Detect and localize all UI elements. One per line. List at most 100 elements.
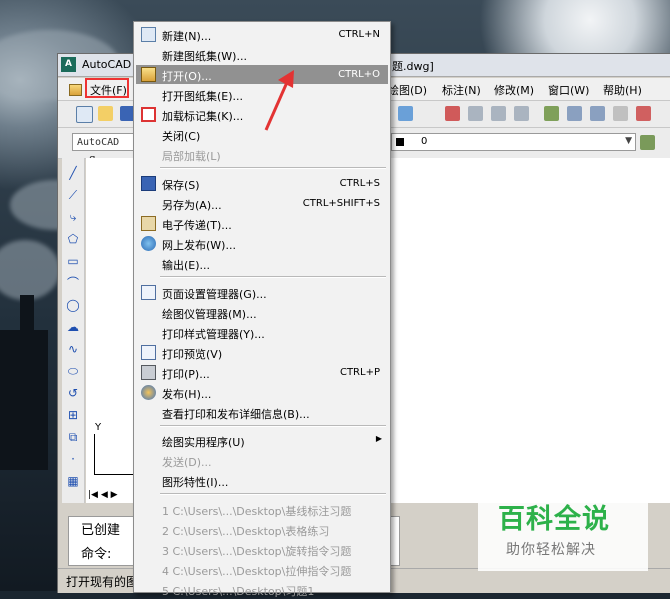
menu-item-label: 保存(S) bbox=[162, 179, 200, 192]
menu-item-shortcut: CTRL+S bbox=[339, 178, 380, 189]
menu-item-label: 关闭(C) bbox=[162, 130, 201, 143]
design-center-icon[interactable] bbox=[567, 106, 582, 121]
zoom-window-icon[interactable] bbox=[491, 106, 506, 121]
publish-web-icon bbox=[141, 236, 156, 251]
rectangle-icon[interactable]: ▭ bbox=[66, 254, 80, 268]
sheet-set-icon[interactable] bbox=[613, 106, 628, 121]
hatch-icon[interactable]: ▦ bbox=[66, 474, 80, 488]
layer-select[interactable]: 0 ▼ bbox=[391, 133, 636, 151]
command-prompt[interactable]: 命令: bbox=[81, 543, 111, 562]
menu-item-label: 电子传递(T)... bbox=[162, 219, 232, 232]
make-block-icon[interactable]: ⧉ bbox=[66, 430, 80, 444]
redo-icon[interactable] bbox=[398, 106, 413, 121]
menu-item-drawing-properties[interactable]: 图形特性(I)... bbox=[136, 471, 388, 490]
watermark: 百科全说 助你轻松解决 bbox=[478, 483, 648, 571]
line-icon[interactable]: ╱ bbox=[66, 166, 80, 180]
menu-item-label: 输出(E)... bbox=[162, 259, 211, 272]
menu-item-publish-web[interactable]: 网上发布(W)... bbox=[136, 234, 388, 253]
menu-item-label: 发送(D)... bbox=[162, 456, 212, 469]
construction-line-icon[interactable]: ⟋ bbox=[66, 188, 80, 202]
menu-item-label: 局部加载(L) bbox=[162, 150, 221, 163]
menu-item-label: 打印样式管理器(Y)... bbox=[162, 328, 265, 341]
menu-item-partial-load: 局部加载(L) bbox=[136, 145, 388, 164]
text-style-select[interactable]: AutoCAD Я bbox=[72, 133, 136, 166]
open-icon[interactable] bbox=[98, 106, 113, 121]
zoom-previous-icon[interactable] bbox=[514, 106, 529, 121]
menu-item-view-plot-details[interactable]: 查看打印和发布详细信息(B)... bbox=[136, 403, 388, 422]
properties-icon[interactable] bbox=[544, 106, 559, 121]
menu-item-plotter-manager[interactable]: 绘图仪管理器(M)... bbox=[136, 303, 388, 322]
menu-window[interactable]: 窗口(W) bbox=[548, 82, 589, 98]
menu-item-page-setup[interactable]: 页面设置管理器(G)... bbox=[136, 283, 388, 302]
menu-separator bbox=[160, 493, 386, 495]
submenu-arrow-icon: ▶ bbox=[375, 434, 382, 443]
menu-help[interactable]: 帮助(H) bbox=[603, 82, 642, 98]
menu-item-label: 页面设置管理器(G)... bbox=[162, 288, 267, 301]
point-icon[interactable]: · bbox=[66, 452, 80, 466]
chevron-down-icon: ▼ bbox=[625, 136, 632, 146]
open-folder-icon bbox=[141, 67, 156, 82]
insert-block-icon[interactable]: ⊞ bbox=[66, 408, 80, 422]
markup-icon[interactable] bbox=[636, 106, 651, 121]
menu-file[interactable]: 文件(F) bbox=[69, 78, 129, 98]
publish-icon bbox=[141, 385, 156, 400]
menu-item-label: 另存为(A)... bbox=[162, 199, 222, 212]
layer-manager-icon[interactable] bbox=[640, 135, 655, 150]
spline-icon[interactable]: ∿ bbox=[66, 342, 80, 356]
menu-item-etransmit[interactable]: 电子传递(T)... bbox=[136, 214, 388, 233]
menu-item-export[interactable]: 输出(E)... bbox=[136, 254, 388, 273]
recent-file-5[interactable]: 5 C:\Users\...\Desktop\习题1 bbox=[136, 580, 388, 599]
tool-palettes-icon[interactable] bbox=[590, 106, 605, 121]
menu-draw[interactable]: 绘图(D) bbox=[388, 82, 427, 98]
watermark-title: 百科全说 bbox=[498, 504, 610, 535]
menu-item-print[interactable]: 打印(P)... CTRL+P bbox=[136, 363, 388, 382]
folder-icon bbox=[69, 84, 82, 96]
menu-item-send: 发送(D)... bbox=[136, 451, 388, 470]
layer-value: 0 bbox=[421, 136, 428, 147]
menu-item-save[interactable]: 保存(S) CTRL+S bbox=[136, 174, 388, 193]
ellipse-icon[interactable]: ⬭ bbox=[66, 364, 80, 378]
circle-icon[interactable]: ◯ bbox=[66, 298, 80, 312]
print-preview-icon bbox=[141, 345, 156, 360]
new-icon[interactable] bbox=[76, 106, 93, 123]
menu-item-label: 图形特性(I)... bbox=[162, 476, 229, 489]
recent-file-2[interactable]: 2 C:\Users\...\Desktop\表格练习 bbox=[136, 520, 388, 539]
menu-item-label: 打印预览(V) bbox=[162, 348, 223, 361]
ellipse-arc-icon[interactable]: ↺ bbox=[66, 386, 80, 400]
page-setup-icon bbox=[141, 285, 156, 300]
menu-item-shortcut: CTRL+N bbox=[338, 29, 380, 40]
tower-silhouette bbox=[20, 295, 34, 335]
menu-item-label: 打开(O)... bbox=[162, 70, 212, 83]
menu-item-label: 发布(H)... bbox=[162, 388, 212, 401]
recent-file-4[interactable]: 4 C:\Users\...\Desktop\拉伸指令习题 bbox=[136, 560, 388, 579]
menu-item-label: 绘图仪管理器(M)... bbox=[162, 308, 257, 321]
arc-icon[interactable]: ⌒ bbox=[66, 276, 80, 290]
menu-item-plot-style-manager[interactable]: 打印样式管理器(Y)... bbox=[136, 323, 388, 342]
markup-icon bbox=[141, 107, 156, 122]
zoom-realtime-icon[interactable] bbox=[468, 106, 483, 121]
menu-item-print-preview[interactable]: 打印预览(V) bbox=[136, 343, 388, 362]
menu-item-label: 4 C:\Users\...\Desktop\拉伸指令习题 bbox=[162, 565, 352, 578]
pan-icon[interactable] bbox=[445, 106, 460, 121]
menu-item-label: 查看打印和发布详细信息(B)... bbox=[162, 408, 310, 421]
layer-color-swatch bbox=[396, 138, 404, 146]
menu-item-publish[interactable]: 发布(H)... bbox=[136, 383, 388, 402]
revision-cloud-icon[interactable]: ☁ bbox=[66, 320, 80, 334]
recent-file-1[interactable]: 1 C:\Users\...\Desktop\基线标注习题 bbox=[136, 500, 388, 519]
ucs-y-label: Y bbox=[95, 422, 102, 433]
menu-item-new[interactable]: 新建(N)... CTRL+N bbox=[136, 25, 388, 44]
menu-item-new-sheet-set[interactable]: 新建图纸集(W)... bbox=[136, 45, 388, 64]
menu-item-save-as[interactable]: 另存为(A)... CTRL+SHIFT+S bbox=[136, 194, 388, 213]
polygon-icon[interactable]: ⬠ bbox=[66, 232, 80, 246]
menu-separator bbox=[160, 167, 386, 169]
ucs-icon bbox=[94, 434, 137, 475]
menu-item-shortcut: CTRL+O bbox=[338, 69, 380, 80]
menu-item-drawing-utilities[interactable]: 绘图实用程序(U) ▶ bbox=[136, 431, 388, 450]
menu-item-label: 网上发布(W)... bbox=[162, 239, 236, 252]
layout-tab-nav[interactable]: |◀ ◀ ▶ bbox=[88, 490, 118, 500]
polyline-icon[interactable]: ⤷ bbox=[66, 210, 80, 224]
recent-file-3[interactable]: 3 C:\Users\...\Desktop\旋转指令习题 bbox=[136, 540, 388, 559]
menu-dimension[interactable]: 标注(N) bbox=[442, 82, 481, 98]
tower-silhouette bbox=[0, 330, 48, 470]
menu-modify[interactable]: 修改(M) bbox=[494, 82, 534, 98]
